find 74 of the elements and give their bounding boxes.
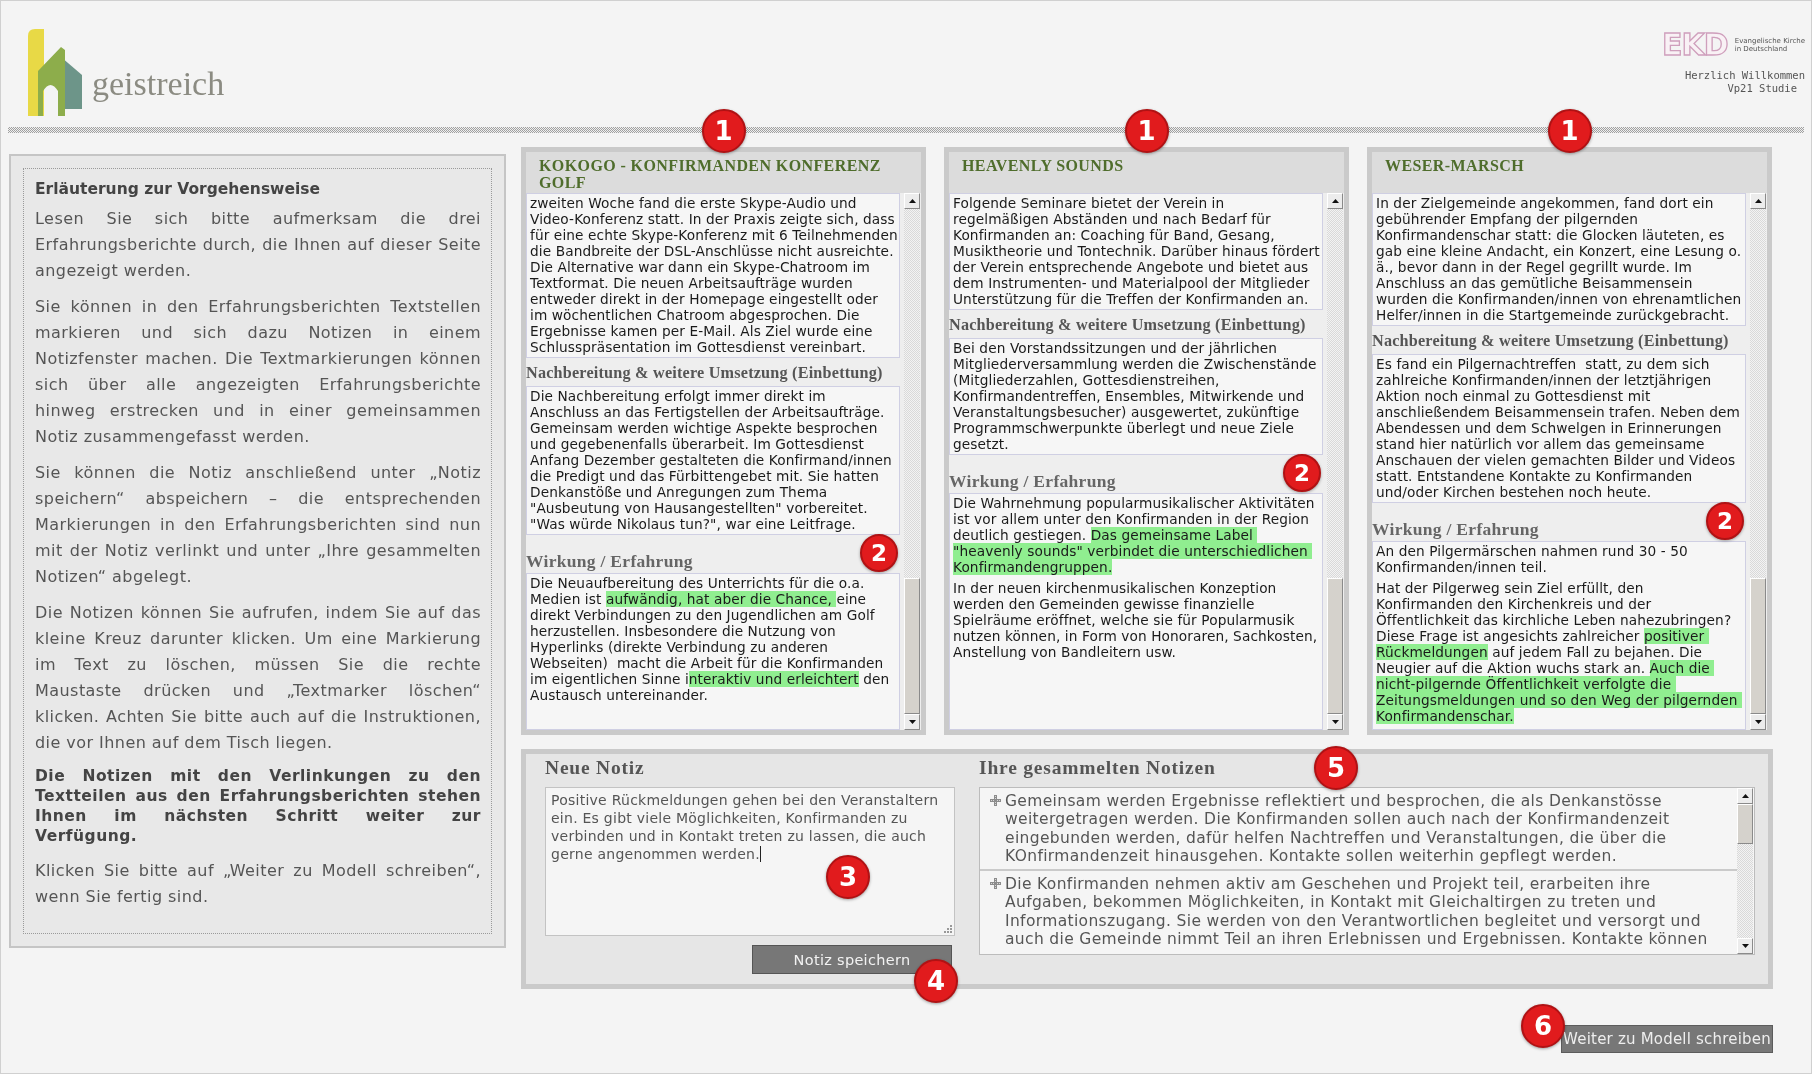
house-logo-icon (28, 29, 82, 117)
section-heading: Neue Notiz (545, 756, 645, 780)
section-heading: Nachbereitung & weitere Umsetzung (Einbettung) (949, 315, 1307, 335)
scrollbar-thumb[interactable] (1327, 577, 1343, 714)
scrollbar[interactable] (1737, 788, 1753, 954)
section-heading: Wirkung / Erfahrung (1372, 519, 1539, 539)
step-marker: 2 (860, 534, 898, 572)
instructions-paragraph: Klicken Sie bitte auf „Weiter zu Modell schreiben“, wenn Sie fertig sind. (35, 860, 481, 908)
report-title: KOKOGO - KONFIRMANDEN KONFERENZ GOLF (539, 157, 882, 191)
plus-icon[interactable] (990, 878, 1001, 890)
instructions-paragraph: Sie können die Notiz anschließend unter „Notiz speichern“ abspeichern – die entsprechenden Markierungen in den Erfahrungsberichten sind nun mit der Notiz verlinkt und unter „Ihre gesammelten Notizen“ abgelegt. (35, 462, 481, 588)
report-paragraph: Es fand ein Pilgernachtreffen statt, zu dem sich zahlreiche Konfirmanden/innen der letztjährigen Aktion noch einmal zu Gottesdienst mit anschließendem Beisammensein trafen. Neben dem Abendessen und dem Schwelgen in Erinnerungen stand hier natürlich vor allem das gemeinsame Anschauen der vielen gemachten Bilder und Videos statt. Entstandene Kontakte zu Konfirmanden und/oder Kirchen bestehen noch heute. (1376, 356, 1742, 500)
scroll-up-button[interactable] (1737, 788, 1753, 804)
report-paragraph: Die Neuaufbereitung des Unterrichts für die o.a. Medien ist aufwändig, hat aber die Chance, eine direkt Verbindungen zu den Jugendlichen am Golf herzustellen. Insbesondere die Nutzung von Hyperlinks (direkte Verbindung zu anderen Webseiten) macht die Arbeit für die Konfirmanden im eigentlichen Sinne interaktiv und erleichtert den Austausch untereinander. (530, 575, 891, 703)
instructions-paragraph: Sie können in den Erfahrungsberichten Textstellen markieren und sich dazu Notizen in einem Notizfenster machen. Die Textmarkierungen können sich über alle angezeigten Erfahrungsberichte hinweg erstrecken und in einer gemeinsammen Notiz zusammengefasst werden. (35, 296, 481, 448)
step-marker: 5 (1314, 746, 1358, 790)
step-marker: 2 (1706, 502, 1744, 540)
scrollbar-thumb[interactable] (1737, 804, 1753, 845)
up-arrow-icon (1331, 199, 1339, 203)
scroll-up-button[interactable] (904, 193, 920, 209)
note-text: Gemeinsam werden Ergebnisse reflektiert und besprochen, die als Denkanstösse weitergetragen werden. Die Konfirmanden sollen auch nach der Konfirmandenzeit eingebunden werden, dafür helfen Nachtreffen und Veranstaltungen, die über die KOnfirmandenzeit hinausgehen. Kontakte sollen weiterhin gepflegt werden. (1005, 792, 1671, 866)
instructions-paragraph: Die Notizen mit den Verlinkungen zu den Textteilen aus den Erfahrungsberichten stehen Ihnen im nächsten Schritt weiter zur Verfügung. (35, 766, 481, 846)
up-arrow-icon (908, 199, 916, 203)
report-paragraph: An den Pilgermärschen nahmen rund 30 - 50 Konfirmanden/innen teil. (1376, 543, 1689, 575)
text-cursor-icon (759, 846, 761, 862)
down-arrow-icon (1331, 720, 1339, 724)
partner-logo-lettering: EKD (1662, 32, 1728, 58)
instructions-paragraph: Lesen Sie sich bitte aufmerksam die drei Erfahrungsberichte durch, die Ihnen auf dieser Seite angezeigt werden. (35, 208, 481, 282)
scrollbar-thumb[interactable] (904, 577, 920, 714)
scroll-up-button[interactable] (1750, 193, 1766, 209)
report-paragraph: In der Zielgemeinde angekommen, fand dort ein gebührender Empfang der pilgernden Konfirmandenschar statt: die Glocken läuteten, es gab eine kleine Andacht, ein Konzert, eine Lesung o. ä., bevor dann in der Regel gegrillt wurde. Im Anschluss an das gemütliche Beisammensein wurden die Konfirmanden/innen von ehrenamtlichen Helfer/innen in die Startgemeinde zurückgebracht. (1376, 195, 1743, 323)
report-title: WESER-MARSCH (1385, 157, 1526, 174)
resize-grip-icon[interactable] (943, 924, 952, 933)
instructions-paragraph: Die Notizen können Sie aufrufen, indem Sie auf das kleine Kreuz darunter klicken. Um eine Markierung im Text zu löschen, müssen Sie die rechte Maustaste drücken und „Textmarker löschen“ klicken. Achten Sie bitte auch auf die Instruktionen, die vor Ihnen auf dem Tisch liegen. (35, 602, 481, 754)
down-arrow-icon (1741, 944, 1749, 948)
step-marker: 1 (1547, 109, 1592, 153)
report-paragraph: Hat der Pilgerweg sein Ziel erfüllt, den Konfirmanden den Kirchenkreis und der Öffentlichkeit das kirchliche Leben nahezubringen? Diese Frage ist angesichts zahlreicher positiver Rückmeldungen auf jedem Fall zu bejahen. Die Neugier auf die Aktion wuchs stark an. Auch die nicht-pilgernde Öffentlichkeit verfolgte die Zeitungsmeldungen und so den Weg der pilgernden Konfirmandenschar. (1376, 580, 1744, 724)
scroll-down-button[interactable] (1750, 714, 1766, 730)
scrollbar[interactable] (1750, 193, 1766, 730)
report-paragraph: Bei den Vorstandssitzungen und der jährlichen Mitgliederversammlung werden die Zwischenstände (Mitgliederzahlen, Gottesdienstreihen, Konfirmandentreffen, Ensembles, Mitwirkende und Veranstaltungsbesucher) ausgewertet, zukünftige Programmschwerpunkte überlegt und neue Ziele gesetzt. (953, 340, 1318, 452)
welcome-text: Vp21 Studie (1727, 82, 1797, 95)
report-paragraph: Die Nachbereitung erfolgt immer direkt im Anschluss an das Fertigstellen der Arbeitsaufträge. Gemeinsam werden wichtige Aspekte besprochen und gegebenenfalls überarbeit. Im Gottesdienst Anfang Dezember gestalteten die Konfirmand/innen die Predigt und das Fürbittengebet mit. Sie hatten Denkanstöße und Anregungen zum Thema "Ausbeutung von Hausangestellten" vorbereitet. "Was würde Nikolaus tun?", war eine Leitfrage. (530, 388, 893, 532)
report-paragraph: In der neuen kirchenmusikalischen Konzeption werden den Gemeinden gewisse finanzielle Spielräume eröffnet, welche sie für Popularmusik nutzen können, in Form von Honoraren, Sachkosten, Anstellung von Bandleitern usw. (953, 580, 1319, 660)
step-marker: 1 (1124, 109, 1169, 153)
section-heading: Wirkung / Erfahrung (949, 471, 1116, 491)
section-heading: Ihre gesammelten Notizen (979, 756, 1216, 780)
down-arrow-icon (908, 720, 916, 724)
report-paragraph: Folgende Seminare bietet der Verein in regelmäßigen Abständen und nach Bedarf für Konfirmanden an: Coaching für Band, Gesang, Musiktheorie und Tontechnik. Darüber hinaus fördert der Verein entsprechende Angebote und bietet aus dem Instrumenten- und Materialpool der Mitglieder Unterstützung für die Treffen der Konfirmanden an. (953, 195, 1321, 307)
report-title: HEAVENLY SOUNDS (962, 157, 1125, 174)
scrollbar[interactable] (904, 193, 920, 730)
step-marker: 4 (914, 959, 958, 1003)
instructions-title: Erläuterung zur Vorgehensweise (35, 179, 321, 200)
scrollbar[interactable] (1327, 193, 1343, 730)
section-heading: Nachbereitung & weitere Umsetzung (Einbettung) (1372, 331, 1730, 351)
step-marker: 6 (1521, 1004, 1565, 1048)
section-heading: Wirkung / Erfahrung (526, 551, 693, 571)
welcome-text: Herzlich Willkommen (1684, 69, 1805, 82)
section-heading: Nachbereitung & weitere Umsetzung (Einbettung) (526, 363, 884, 383)
up-arrow-icon (1754, 199, 1762, 203)
scroll-down-button[interactable] (904, 714, 920, 730)
scrollbar-thumb[interactable] (1750, 577, 1766, 714)
step-marker: 2 (1283, 454, 1321, 492)
report-paragraph: Die Wahrnehmung popularmusikalischer Aktivitäten ist vor allem unter den Konfirmanden in der Region deutlich gestiegen. Das gemeinsame Label "heavenly sounds" verbindet die unterschiedlichen Konfirmandengruppen. (953, 495, 1316, 575)
next-button[interactable]: Weiter zu Modell schreiben (1561, 1025, 1773, 1053)
plus-icon[interactable] (990, 795, 1001, 806)
logo-text: geistreich (92, 67, 225, 101)
scroll-up-button[interactable] (1327, 193, 1343, 209)
report-paragraph: zweiten Woche fand die erste Skype-Audio und Video-Konferenz statt. In der Praxis zeigte sich, dass für eine echte Skype-Konferenz mit 6 Teilnehmenden die Bandbreite der DSL-Anschlüsse nicht ausreichte. Die Alternative war dann ein Skype-Chatroom im Textformat. Die neuen Arbeitsaufträge wurden entweder direkt in der Homepage eingestellt oder im wöchentlichen Chatroom abgesprochen. Die Ergebnisse kamen per E-Mail. Als Ziel wurde eine Schlusspräsentation im Gottesdienst vereinbart. (530, 195, 898, 355)
down-arrow-icon (1754, 720, 1762, 724)
note-text: Die Konfirmanden nehmen aktiv am Geschehen und Projekt teil, erarbeiten ihre Aufgaben, bekommen Möglichkeiten, in Kontakt mit Gleichaltirgen zu treten und Informationszugang. Sie werden von den Verantwortlichen begleitet und versorgt und auch die Gemeinde nimmt Teil an ihren Erlebnissen und Ergebnissen. Kontakte können (1005, 875, 1709, 949)
step-marker: 1 (701, 109, 746, 153)
scroll-down-button[interactable] (1327, 714, 1343, 730)
up-arrow-icon (1741, 794, 1749, 798)
scroll-down-button[interactable] (1737, 938, 1753, 954)
